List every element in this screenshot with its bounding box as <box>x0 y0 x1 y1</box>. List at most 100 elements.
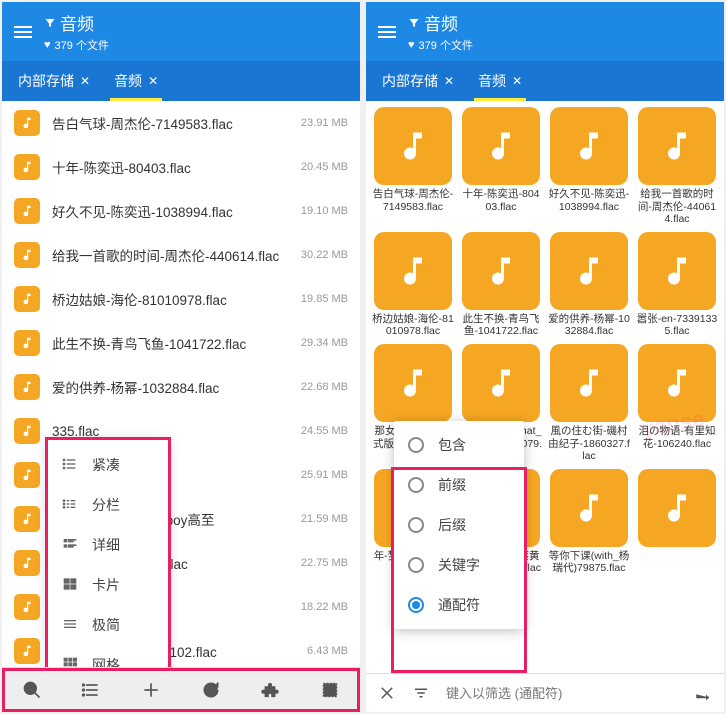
filter-label: 关键字 <box>438 555 480 575</box>
app-header: 音频 ♥ 379 个文件 <box>366 2 724 61</box>
view-option[interactable]: 卡片 <box>48 565 168 605</box>
grid-item[interactable]: 好久不见-陈奕迅-1038994.flac <box>548 107 630 226</box>
hamburger-icon[interactable] <box>378 26 396 38</box>
file-name: 十年-陈奕迅-80403.flac <box>460 188 542 213</box>
list-item[interactable]: 十年-陈奕迅-80403.flac 20.45 MB <box>2 145 360 189</box>
grid-item[interactable] <box>636 469 718 575</box>
grid-item[interactable]: 告白气球-周杰伦-7149583.flac <box>372 107 454 226</box>
grid-item[interactable]: 桥边姑娘-海伦-81010978.flac <box>372 232 454 338</box>
file-name: 風の住む街-磯村由纪子-1860327.flac <box>548 425 630 463</box>
select-icon[interactable] <box>320 680 340 700</box>
view-icon <box>62 576 78 595</box>
tab-bar: 内部存储 ✕ 音频✕ <box>2 61 360 101</box>
view-option[interactable]: 紧凑 <box>48 445 168 485</box>
view-option[interactable]: 极简 <box>48 605 168 645</box>
view-option[interactable]: 网格 <box>48 645 168 667</box>
grid-item[interactable]: 爱的供养-杨幂-1032884.flac <box>548 232 630 338</box>
file-name: 好久不见-陈奕迅-1038994.flac <box>548 188 630 213</box>
tab-internal[interactable]: 内部存储✕ <box>378 61 458 101</box>
radio-icon <box>408 557 424 573</box>
refresh-icon[interactable] <box>201 680 221 700</box>
view-mode-menu: 紧凑 分栏 详细 卡片 极简 网格 图标 选项... <box>48 439 168 667</box>
list-item[interactable]: 好久不见-陈奕迅-1038994.flac 19.10 MB <box>2 189 360 233</box>
title-text: 音频 <box>60 10 94 35</box>
list-item[interactable]: 此生不换-青鸟飞鱼-1041722.flac 29.34 MB <box>2 321 360 365</box>
add-icon[interactable] <box>141 680 161 700</box>
filter-icon <box>44 17 56 29</box>
tab-internal[interactable]: 内部存储 ✕ <box>14 61 94 101</box>
tab-audio[interactable]: 音频✕ <box>110 61 162 101</box>
file-name: 此生不换-青鸟飞鱼-1041722.flac <box>460 313 542 338</box>
heart-icon: ♥ <box>408 39 415 51</box>
right-screen: 音频 ♥ 379 个文件 内部存储✕ 音频✕ 告白气球-周杰伦-7149583.… <box>366 2 724 712</box>
filter-icon <box>408 17 420 29</box>
view-label: 卡片 <box>92 575 120 595</box>
left-screen: 音频 ♥ 379 个文件 内部存储✕ 音频✕ 告白气球-周杰伦-7149583.… <box>2 2 360 712</box>
list-item[interactable]: 告白气球-周杰伦-7149583.flac 23.91 MB <box>2 101 360 145</box>
music-icon <box>14 462 40 488</box>
music-icon <box>14 638 40 664</box>
file-name: 等你下课(with_杨瑞代)79875.flac <box>548 550 630 575</box>
music-icon <box>550 232 628 310</box>
view-icon <box>62 456 78 475</box>
list-icon[interactable] <box>81 680 101 700</box>
file-name: 此生不换-青鸟飞鱼-1041722.flac <box>52 333 289 353</box>
grid-item[interactable]: 十年-陈奕迅-80403.flac <box>460 107 542 226</box>
filter-option[interactable]: 前缀 <box>394 465 524 505</box>
view-label: 极简 <box>92 615 120 635</box>
filter-option[interactable]: 包含 <box>394 425 524 465</box>
grid-item[interactable]: 嚣张-en-73391335.flac <box>636 232 718 338</box>
tab-audio[interactable]: 音频✕ <box>474 61 526 101</box>
list-item[interactable]: 爱的供养-杨幂-1032884.flac 22.68 MB <box>2 365 360 409</box>
search-icon[interactable] <box>22 680 42 700</box>
list-item[interactable]: 桥边姑娘-海伦-81010978.flac 19.85 MB <box>2 277 360 321</box>
close-icon[interactable]: ✕ <box>80 74 90 88</box>
filter-option[interactable]: 通配符 <box>394 585 524 625</box>
music-icon <box>374 344 452 422</box>
grid-item[interactable]: 泪の物语-有里知花-106240.flac <box>636 344 718 463</box>
grid-item[interactable]: 風の住む街-磯村由纪子-1860327.flac <box>548 344 630 463</box>
view-option[interactable]: 分栏 <box>48 485 168 525</box>
list-item[interactable]: 给我一首歌的时间-周杰伦-440614.flac 30.22 MB <box>2 233 360 277</box>
music-icon <box>14 110 40 136</box>
grid-item[interactable]: 等你下课(with_杨瑞代)79875.flac <box>548 469 630 575</box>
app-header: 音频 ♥ 379 个文件 <box>2 2 360 61</box>
music-icon <box>374 107 452 185</box>
close-icon[interactable]: ✕ <box>148 74 158 88</box>
music-icon <box>374 232 452 310</box>
filter-label: 前缀 <box>438 475 466 495</box>
close-icon[interactable] <box>378 684 396 702</box>
file-size: 18.22 MB <box>301 601 348 613</box>
music-icon <box>462 232 540 310</box>
close-icon[interactable]: ✕ <box>444 74 454 88</box>
music-icon <box>550 107 628 185</box>
enter-icon[interactable] <box>694 684 712 702</box>
grid-item[interactable]: 此生不换-青鸟飞鱼-1041722.flac <box>460 232 542 338</box>
hamburger-icon[interactable] <box>14 26 32 38</box>
title-text: 音频 <box>424 10 458 35</box>
music-icon <box>14 374 40 400</box>
plugin-icon[interactable] <box>260 680 280 700</box>
radio-icon <box>408 517 424 533</box>
filter-option[interactable]: 关键字 <box>394 545 524 585</box>
tab-label: 内部存储 <box>18 71 74 91</box>
grid-item[interactable]: 给我一首歌的时间-周杰伦-440614.flac <box>636 107 718 226</box>
header-subtitle: ♥ 379 个文件 <box>44 37 109 53</box>
filter-option[interactable]: 后缀 <box>394 505 524 545</box>
music-icon <box>14 330 40 356</box>
music-icon <box>638 344 716 422</box>
filter-label: 通配符 <box>438 595 480 615</box>
header-title: 音频 <box>44 10 109 35</box>
file-size: 19.85 MB <box>301 293 348 305</box>
filter-label: 后缀 <box>438 515 466 535</box>
filter-input[interactable] <box>446 686 678 701</box>
bottom-toolbar <box>2 667 360 712</box>
view-option[interactable]: 详细 <box>48 525 168 565</box>
music-icon <box>638 107 716 185</box>
music-icon <box>14 506 40 532</box>
close-icon[interactable]: ✕ <box>512 74 522 88</box>
file-name: 爱的供养-杨幂-1032884.flac <box>548 313 630 338</box>
file-name: 告白气球-周杰伦-7149583.flac <box>372 188 454 213</box>
filter-type-icon[interactable] <box>412 684 430 702</box>
file-name: 好久不见-陈奕迅-1038994.flac <box>52 201 289 221</box>
